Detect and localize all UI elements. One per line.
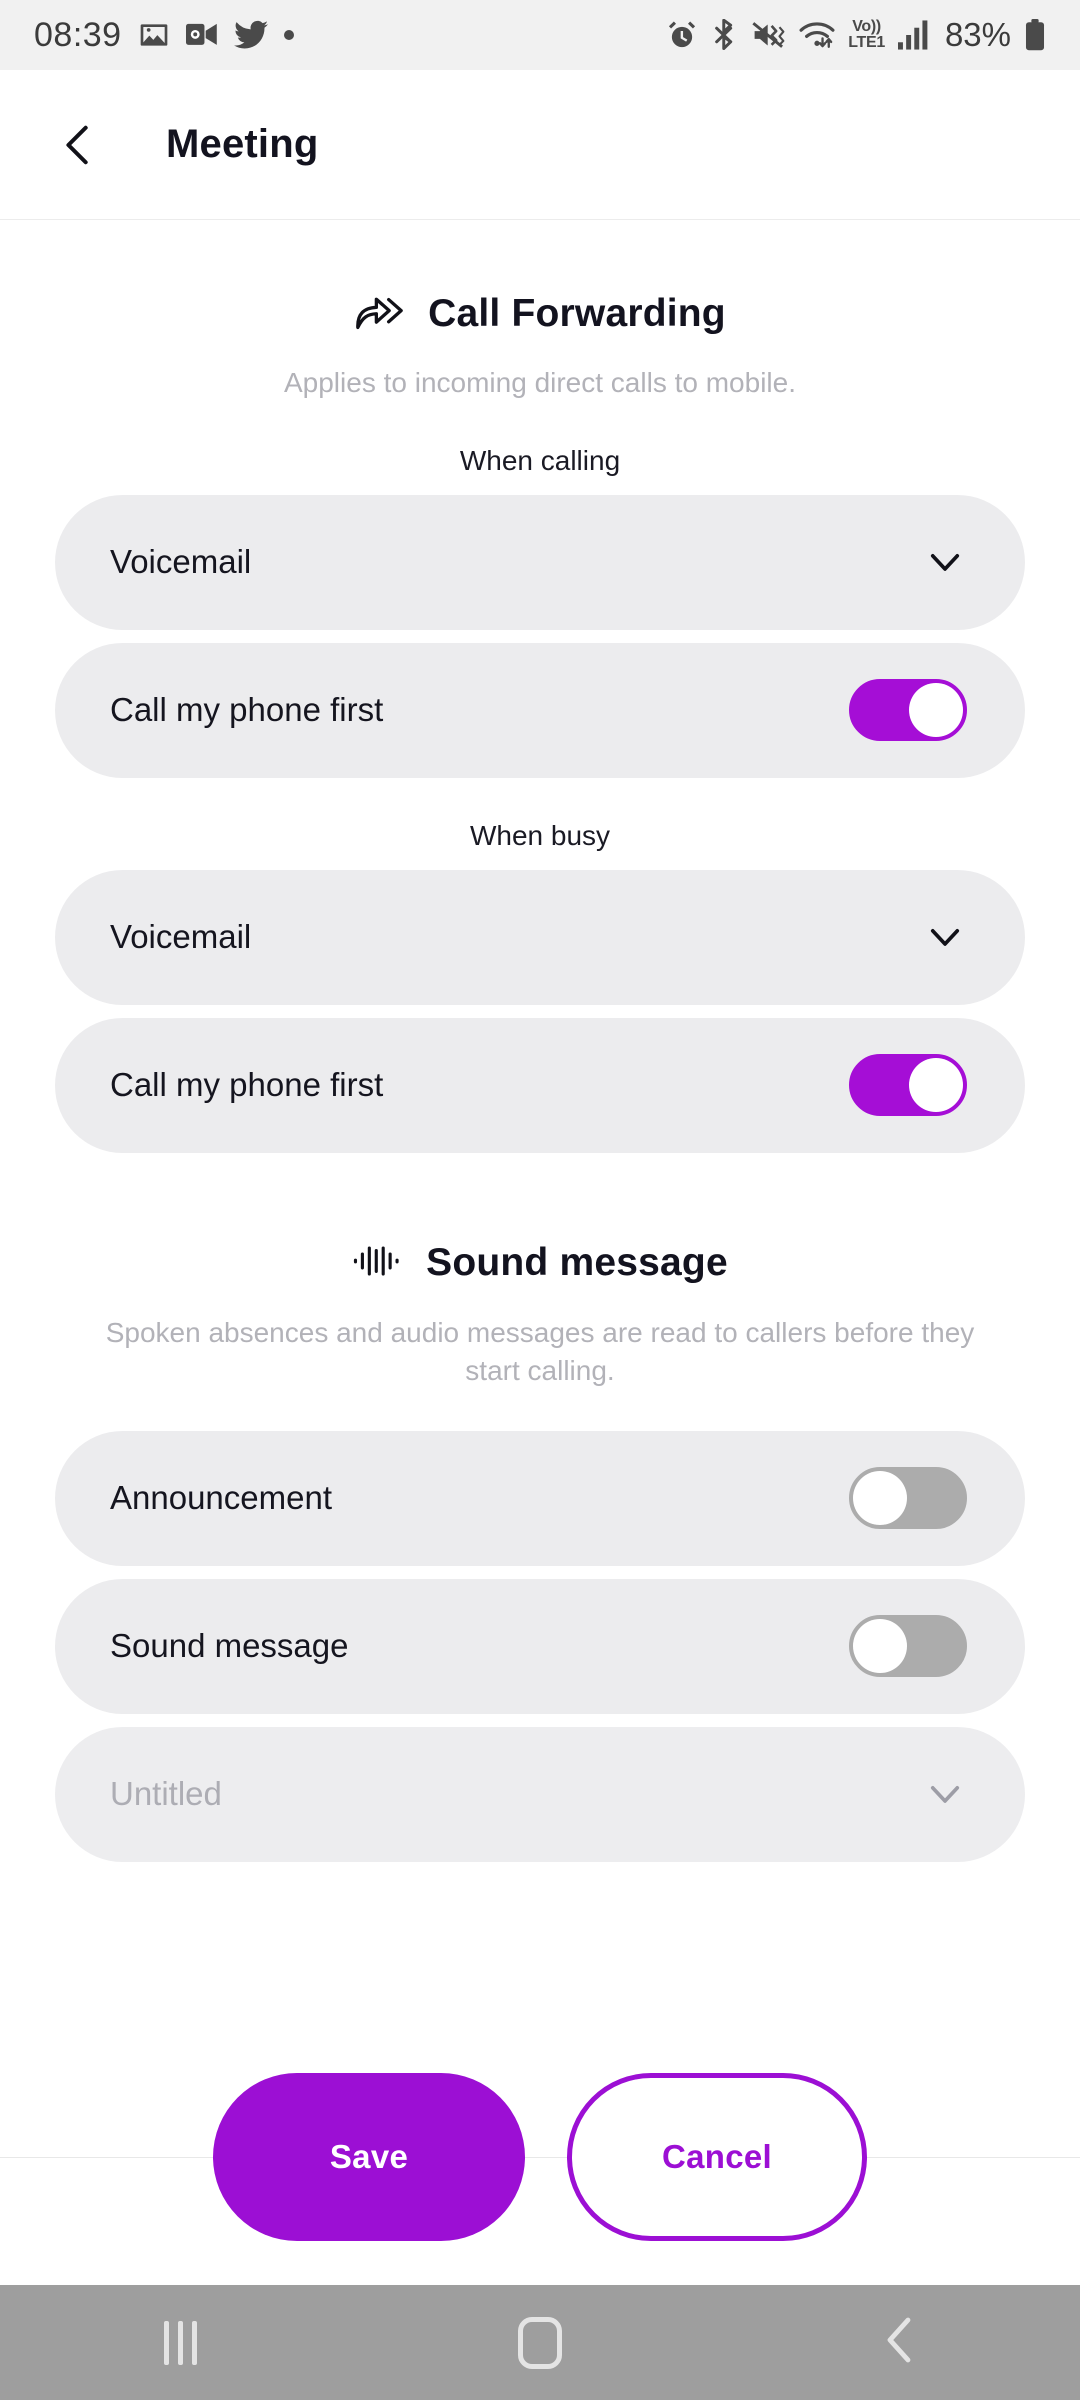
sound-message-description: Spoken absences and audio messages are r…	[105, 1316, 975, 1387]
chevron-down-icon[interactable]	[923, 540, 967, 584]
when-calling-toggle-label: Call my phone first	[110, 691, 384, 729]
forward-arrow-icon	[354, 289, 406, 338]
system-navigation-bar	[0, 2285, 1080, 2400]
status-bar-left: 08:39	[34, 16, 294, 55]
twitter-icon	[233, 20, 268, 50]
when-calling-destination-select[interactable]: Voicemail	[55, 494, 1025, 630]
volte-top-label: Vo))	[852, 18, 881, 35]
call-forwarding-title: Call Forwarding	[428, 291, 726, 335]
page-title: Meeting	[166, 122, 319, 166]
when-busy-destination-value: Voicemail	[110, 918, 252, 956]
home-button[interactable]	[470, 2285, 610, 2400]
photos-icon	[138, 19, 170, 51]
sound-message-row[interactable]: Sound message	[55, 1578, 1025, 1714]
battery-percent-label: 83%	[944, 16, 1011, 53]
toggle-knob	[909, 683, 963, 738]
status-bar: 08:39 Vo)) LTE1 83%	[0, 0, 1080, 70]
outlook-calendar-icon	[185, 20, 218, 50]
phone-screen: 08:39 Vo)) LTE1 83% Meeting Call Forward…	[0, 0, 1080, 2400]
save-button[interactable]: Save	[213, 2073, 525, 2241]
announcement-toggle[interactable]	[849, 1467, 967, 1530]
battery-icon	[1024, 19, 1046, 51]
waveform-icon	[352, 1239, 404, 1288]
when-busy-call-my-phone-first-row[interactable]: Call my phone first	[55, 1017, 1025, 1153]
footer-actions: Save Cancel	[0, 2073, 1080, 2241]
sound-message-label: Sound message	[110, 1627, 349, 1665]
home-icon	[518, 2316, 562, 2369]
volte-icon: Vo)) LTE1	[848, 19, 885, 51]
chevron-down-icon[interactable]	[923, 915, 967, 959]
sound-message-file-select[interactable]: Untitled	[55, 1726, 1025, 1862]
alarm-icon	[666, 19, 698, 51]
sound-message-file-value: Untitled	[110, 1775, 222, 1813]
sound-message-header: Sound message	[0, 1239, 1080, 1288]
cancel-button[interactable]: Cancel	[567, 2073, 867, 2241]
when-busy-call-my-phone-first-toggle[interactable]	[849, 1054, 967, 1117]
status-bar-right: Vo)) LTE1 83%	[666, 16, 1046, 54]
toggle-knob	[853, 1619, 907, 1674]
back-button[interactable]	[50, 117, 106, 173]
back-icon	[882, 2316, 918, 2369]
group-label-when-calling: When calling	[459, 444, 621, 476]
signal-bars-icon	[897, 20, 930, 50]
wifi-icon	[799, 19, 835, 51]
when-busy-destination-select[interactable]: Voicemail	[55, 869, 1025, 1005]
announcement-row[interactable]: Announcement	[55, 1430, 1025, 1566]
sound-message-title: Sound message	[426, 1241, 728, 1285]
announcement-label: Announcement	[110, 1479, 332, 1517]
app-bar: Meeting	[0, 70, 1080, 220]
recents-button[interactable]	[110, 2285, 250, 2400]
when-calling-destination-value: Voicemail	[110, 543, 252, 581]
when-busy-toggle-label: Call my phone first	[110, 1066, 384, 1104]
call-forwarding-description: Applies to incoming direct calls to mobi…	[283, 367, 796, 398]
mute-vibrate-icon	[752, 20, 786, 50]
when-calling-call-my-phone-first-toggle[interactable]	[849, 679, 967, 742]
volte-bottom-label: LTE1	[848, 34, 885, 51]
recents-icon	[163, 2320, 197, 2365]
settings-content: Call Forwarding Applies to incoming dire…	[0, 221, 1080, 1875]
more-notifications-dot	[283, 30, 294, 40]
when-calling-call-my-phone-first-row[interactable]: Call my phone first	[55, 642, 1025, 778]
toggle-knob	[909, 1058, 963, 1113]
bluetooth-icon	[711, 19, 739, 51]
group-label-when-busy: When busy	[469, 819, 611, 851]
status-clock: 08:39	[34, 15, 122, 54]
sound-message-toggle[interactable]	[849, 1615, 967, 1678]
chevron-down-icon[interactable]	[923, 1772, 967, 1816]
toggle-knob	[853, 1471, 907, 1526]
call-forwarding-header: Call Forwarding	[0, 289, 1080, 338]
system-back-button[interactable]	[830, 2285, 970, 2400]
